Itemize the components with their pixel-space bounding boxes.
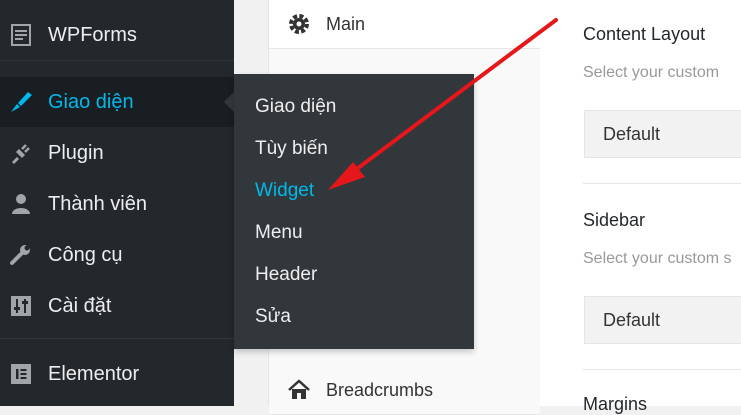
menu-item-label: Cài đặt (48, 294, 112, 317)
menu-item-label: Công cụ (48, 243, 123, 266)
admin-sidebar: WPForms Giao diện Plugin Thành viên Công… (0, 0, 234, 406)
user-icon (8, 191, 34, 217)
menu-item-label: Thành viên (48, 192, 147, 215)
gear-icon (287, 12, 311, 36)
submenu-item-header[interactable]: Header (255, 264, 317, 286)
menu-item-label: Giao diện (48, 90, 134, 113)
submenu-item-customize[interactable]: Tùy biến (255, 138, 328, 160)
sidebar-select[interactable]: Default (584, 296, 741, 344)
settings-panel: Content Layout Select your custom Defaul… (540, 0, 741, 414)
sidebar-separator (0, 338, 234, 339)
home-icon (287, 378, 311, 402)
tab-main[interactable]: Main (269, 0, 540, 49)
field-divider (583, 369, 741, 370)
menu-item-wpforms[interactable]: WPForms (0, 10, 234, 60)
submenu-pointer (224, 92, 234, 112)
submenu-item-widgets[interactable]: Widget (255, 180, 314, 202)
paintbrush-icon (8, 89, 34, 115)
appearance-submenu: Giao diện Tùy biến Widget Menu Header Sử… (234, 74, 474, 349)
menu-item-label: WPForms (48, 23, 137, 46)
plugin-icon (8, 140, 34, 166)
wrench-icon (8, 242, 34, 268)
menu-item-users[interactable]: Thành viên (0, 179, 234, 229)
margins-title: Margins (583, 394, 648, 414)
content-layout-select[interactable]: Default (584, 110, 741, 158)
menu-item-label: Plugin (48, 141, 104, 164)
wpforms-icon (8, 22, 34, 48)
tab-label: Main (326, 13, 366, 34)
menu-item-settings[interactable]: Cài đặt (0, 281, 234, 331)
sidebar-separator (0, 60, 234, 61)
menu-item-appearance[interactable]: Giao diện (0, 77, 234, 127)
sidebar-field-description: Select your custom s (583, 250, 732, 267)
submenu-item-themes[interactable]: Giao diện (255, 96, 336, 118)
elementor-icon (8, 361, 34, 387)
settings-sliders-icon (8, 293, 34, 319)
menu-item-plugins[interactable]: Plugin (0, 128, 234, 178)
field-divider (583, 183, 741, 184)
tab-breadcrumbs[interactable]: Breadcrumbs (269, 366, 540, 415)
sidebar-field-title: Sidebar (583, 210, 646, 230)
menu-item-tools[interactable]: Công cụ (0, 230, 234, 280)
menu-item-elementor[interactable]: Elementor (0, 349, 234, 399)
submenu-item-editor[interactable]: Sửa (255, 306, 291, 328)
content-layout-title: Content Layout (583, 24, 706, 44)
menu-item-label: Elementor (48, 362, 140, 385)
submenu-item-menus[interactable]: Menu (255, 222, 303, 244)
tab-label: Breadcrumbs (326, 379, 434, 400)
content-layout-description: Select your custom (583, 64, 720, 81)
